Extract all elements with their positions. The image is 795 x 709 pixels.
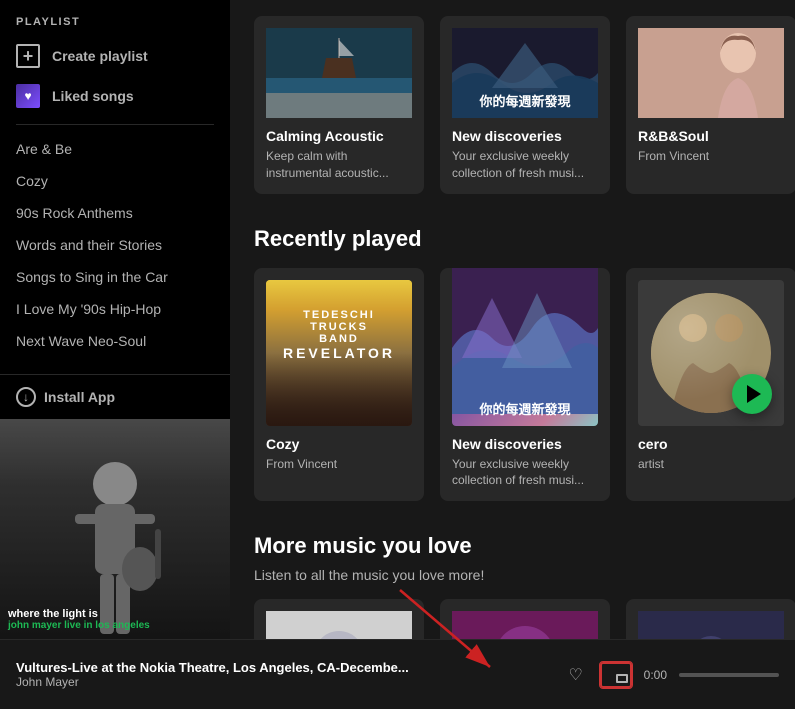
liked-songs-icon: ♥ [16,84,40,108]
more3-image [638,611,784,639]
cero-play-button[interactable] [732,374,772,414]
more-music-subtitle: Listen to all the music you love more! [254,567,771,583]
wave-image-large [452,268,598,414]
cero-image [638,280,784,426]
recently-played-title: Recently played [254,226,771,252]
new-discoveries-top-desc: Your exclusive weekly collection of fres… [452,148,598,182]
more-card-3-image [638,611,784,639]
rnb-image [638,28,784,118]
sidebar-section-label: PLAYLIST [0,0,230,36]
cozy-image: TEDESCHITRUCKSBANDREVELATOR [266,280,412,426]
cozy-card[interactable]: TEDESCHITRUCKSBANDREVELATOR Cozy From Vi… [254,268,424,502]
new-discoveries-large-image: 你的每週新發現 [452,280,598,426]
recently-played-cards: TEDESCHITRUCKSBANDREVELATOR Cozy From Vi… [254,268,771,502]
more-music-section: More music you love Listen to all the mu… [254,533,771,639]
more-card-2[interactable] [440,599,610,639]
cozy-title: Cozy [266,436,412,452]
sidebar: PLAYLIST + Create playlist ♥ Liked songs… [0,0,230,639]
sidebar-item-are-be[interactable]: Are & Be [8,133,222,165]
sidebar-item-neo-soul[interactable]: Next Wave Neo-Soul [8,325,222,357]
cero-desc: artist [638,456,784,473]
top-cards-row: Calming Acoustic Keep calm with instrume… [254,16,771,194]
sidebar-item-words[interactable]: Words and their Stories [8,229,222,261]
pip-inner-icon [616,674,628,683]
bottom-controls: ♡ 0:00 [564,662,779,688]
calming-acoustic-card[interactable]: Calming Acoustic Keep calm with instrume… [254,16,424,194]
more-music-title: More music you love [254,533,771,559]
cozy-desc: From Vincent [266,456,412,473]
bottom-bar: Vultures-Live at the Nokia Theatre, Los … [0,639,795,709]
main-layout: PLAYLIST + Create playlist ♥ Liked songs… [0,0,795,639]
new-discoveries-card-top[interactable]: 你的每週新發現 New discoveries Your exclusive w… [440,16,610,194]
rnb-soul-card[interactable]: R&B&Soul From Vincent [626,16,795,194]
sidebar-divider [16,124,214,125]
sidebar-item-songs-car[interactable]: Songs to Sing in the Car [8,261,222,293]
pip-button[interactable] [600,662,632,688]
recently-played-section: Recently played TEDESCHITRUCKSBANDREVELA… [254,226,771,502]
person-image [638,28,784,118]
liked-songs-label: Liked songs [52,88,134,104]
more-card-2-image [452,611,598,639]
main-content[interactable]: Calming Acoustic Keep calm with instrume… [230,0,795,639]
liked-songs-item[interactable]: ♥ Liked songs [8,76,222,116]
sidebar-bottom: ↓ Install App [0,374,230,419]
rnb-desc: From Vincent [638,148,784,165]
create-playlist-icon: + [16,44,40,68]
new-discoveries-top-title: New discoveries [452,128,598,144]
boat-image [266,28,412,118]
rnb-title: R&B&Soul [638,128,784,144]
sidebar-item-90s-rock[interactable]: 90s Rock Anthems [8,197,222,229]
cozy-band-text: TEDESCHITRUCKSBANDREVELATOR [283,309,395,361]
calming-acoustic-title: Calming Acoustic [266,128,412,144]
heart-button[interactable]: ♡ [564,663,588,687]
cero-card[interactable]: cero artist [626,268,795,502]
calming-acoustic-desc: Keep calm with instrumental acoustic... [266,148,412,182]
new-discoveries-large-title: New discoveries [452,436,598,452]
create-playlist-label: Create playlist [52,48,148,64]
now-playing-info: Vultures-Live at the Nokia Theatre, Los … [16,660,552,689]
now-playing-track-title: Vultures-Live at the Nokia Theatre, Los … [16,660,552,675]
more-card-3[interactable] [626,599,795,639]
chinese-label-top: 你的每週新發現 [479,91,570,110]
new-discoveries-large-card[interactable]: 你的每週新發現 New discoveries Your exclusive w… [440,268,610,502]
install-app-button[interactable]: ↓ Install App [16,387,214,407]
more2-image [452,611,598,639]
new-discoveries-top-image: 你的每週新發現 [452,28,598,118]
heart-icon: ♡ [568,665,582,685]
more-card-1[interactable] [254,599,424,639]
play-icon [747,385,761,403]
sidebar-playlist-list[interactable]: Are & Be Cozy 90s Rock Anthems Words and… [0,133,230,374]
calming-acoustic-image [266,28,412,118]
sidebar-item-hip-hop[interactable]: I Love My '90s Hip-Hop [8,293,222,325]
sidebar-actions: + Create playlist ♥ Liked songs [0,36,230,116]
install-app-icon: ↓ [16,387,36,407]
install-app-label: Install App [44,389,115,405]
more1-image [266,611,412,639]
create-playlist-item[interactable]: + Create playlist [8,36,222,76]
sidebar-now-playing: where the light is john mayer live in lo… [0,419,230,639]
more-card-1-image [266,611,412,639]
time-display: 0:00 [644,668,667,682]
chinese-label-large: 你的每週新發現 [479,399,570,418]
sidebar-now-playing-title: where the light is john mayer live in lo… [8,608,150,631]
new-discoveries-large-desc: Your exclusive weekly collection of fres… [452,456,598,490]
more-cards-row [254,599,771,639]
progress-bar[interactable] [679,673,779,677]
now-playing-artist: John Mayer [16,675,552,689]
cero-title: cero [638,436,784,452]
sidebar-item-cozy[interactable]: Cozy [8,165,222,197]
